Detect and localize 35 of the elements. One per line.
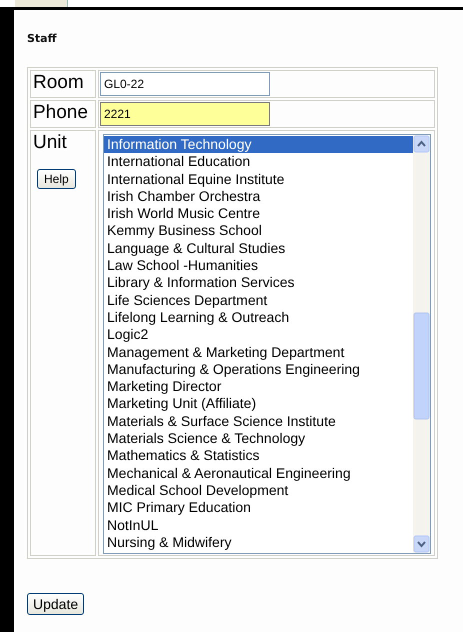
list-option[interactable]: Logic2 (104, 326, 413, 344)
scrollbar-drawing[interactable] (413, 135, 430, 553)
list-option[interactable]: Irish Chamber Orchestra (104, 188, 413, 206)
input-field[interactable]: GL0-22 (100, 72, 270, 96)
help-button[interactable]: Help (37, 169, 76, 189)
list-option[interactable]: Information Technology (104, 136, 413, 154)
input-field[interactable]: 2221 (100, 102, 270, 126)
list-option[interactable]: Manufacturing & Operations Engineering (104, 360, 413, 378)
list-option[interactable]: Lifelong Learning & Outreach (104, 308, 413, 326)
list-option[interactable]: Mathematics & Statistics (104, 447, 413, 465)
list-option[interactable]: Management & Marketing Department (104, 344, 413, 361)
list-option[interactable]: Irish World Music Centre (104, 205, 413, 222)
list-option[interactable]: MIC Primary Education (104, 499, 413, 517)
list-option[interactable]: Marketing Unit (Affiliate) (104, 395, 413, 413)
list-option[interactable]: International Education (104, 153, 413, 171)
list-option[interactable]: Life Sciences Department (104, 292, 413, 309)
field-label: Unit (33, 132, 67, 153)
list-option[interactable]: Law School -Humanities (104, 257, 413, 274)
list-option[interactable]: Kemmy Business School (104, 222, 413, 240)
unit-listbox[interactable] (103, 134, 431, 554)
list-option[interactable]: Library & Information Services (104, 274, 413, 292)
list-option[interactable]: Mechanical & Aeronautical Engineering (104, 464, 413, 482)
list-option[interactable]: NotInUL (104, 516, 413, 534)
list-option[interactable]: Marketing Director (104, 378, 413, 396)
field-label: Phone (33, 102, 88, 123)
list-option[interactable]: International Equine Institute (104, 170, 413, 188)
tab-edge (15, 0, 68, 7)
field-label: Room (33, 72, 84, 93)
list-option[interactable]: Materials Science & Technology (104, 430, 413, 448)
list-option[interactable]: Medical School Development (104, 482, 413, 500)
list-option[interactable]: Language & Cultural Studies (104, 240, 413, 258)
section-title: Staff (27, 32, 57, 45)
update-button[interactable]: Update (27, 593, 84, 615)
list-option[interactable]: Materials & Surface Science Institute (104, 412, 413, 430)
list-option[interactable]: Nursing & Midwifery (104, 534, 413, 552)
